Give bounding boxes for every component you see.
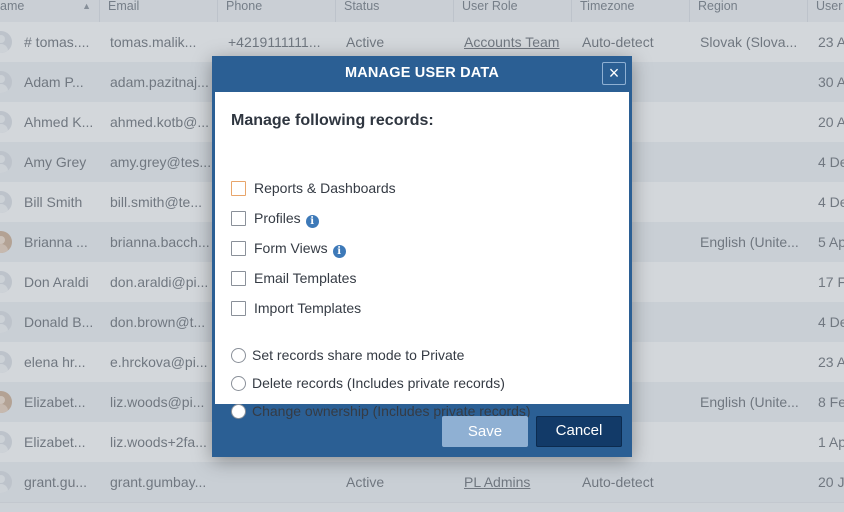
checkbox-label-group: Profiles i: [254, 208, 319, 228]
dialog-heading: Manage following records:: [231, 112, 434, 129]
checkbox[interactable]: [231, 301, 246, 316]
info-icon[interactable]: i: [332, 245, 346, 258]
checkbox-label: Import Templates: [254, 300, 362, 316]
radio-label: Set records share mode to Private: [252, 347, 465, 363]
checkbox[interactable]: [231, 211, 246, 226]
checkbox[interactable]: [231, 181, 246, 196]
dialog-title: MANAGE USER DATA: [344, 65, 500, 81]
checkbox[interactable]: [231, 241, 246, 256]
cancel-button[interactable]: Cancel: [536, 416, 622, 447]
checkbox[interactable]: [231, 271, 246, 286]
checkbox-label: Email Templates: [254, 270, 357, 286]
checkbox-label: Reports & Dashboards: [254, 180, 396, 196]
save-button[interactable]: Save: [442, 416, 528, 447]
checkbox-label-group: Form Views i: [254, 238, 346, 258]
radio-label: Delete records (Includes private records…: [252, 375, 505, 391]
info-icon[interactable]: i: [305, 215, 319, 228]
radio-button[interactable]: [231, 404, 246, 419]
checkbox-label: Profiles: [254, 210, 301, 226]
checkbox-label: Form Views: [254, 240, 328, 256]
close-button[interactable]: ×: [602, 62, 626, 85]
radio-button[interactable]: [231, 348, 246, 363]
manage-user-data-dialog: MANAGE USER DATA × Manage following reco…: [212, 56, 632, 457]
dialog-body: Manage following records: Reports & Dash…: [215, 92, 629, 419]
close-icon: ×: [608, 63, 620, 83]
radio-button[interactable]: [231, 376, 246, 391]
